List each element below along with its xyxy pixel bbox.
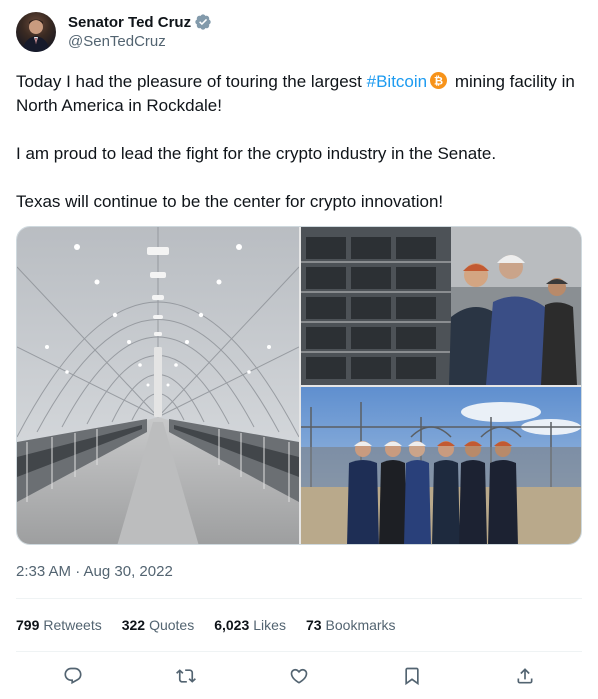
stat-count: 799 <box>16 617 40 633</box>
divider <box>16 598 582 599</box>
tweet-stats: 799 Retweets 322 Quotes 6,023 Likes 73 B… <box>16 615 416 635</box>
stat-label: Quotes <box>149 617 195 633</box>
bitcoin-icon: ₿ <box>430 72 448 89</box>
bookmark-icon <box>405 667 419 686</box>
stat-quotes[interactable]: 322 Quotes <box>122 617 195 633</box>
stat-label: Retweets <box>43 617 102 633</box>
like-button[interactable] <box>288 665 310 687</box>
hashtag-link[interactable]: #Bitcoin <box>367 72 427 91</box>
reply-icon <box>64 667 82 685</box>
share-icon <box>517 668 533 684</box>
stat-retweets[interactable]: 799 Retweets <box>16 617 102 633</box>
stat-label: Likes <box>253 617 286 633</box>
share-button[interactable] <box>514 665 536 687</box>
tweet-text: Today I had the pleasure of touring the … <box>16 70 582 214</box>
stat-bookmarks[interactable]: 73 Bookmarks <box>306 617 396 633</box>
photo-group-substation[interactable] <box>301 387 581 544</box>
author-handle[interactable]: @SenTedCruz <box>68 32 212 52</box>
photo-facility-interior[interactable] <box>17 227 299 544</box>
stat-label: Bookmarks <box>325 617 396 633</box>
media-grid <box>16 226 582 545</box>
reply-button[interactable] <box>62 665 84 687</box>
tweet-header: Senator Ted Cruz @SenTedCruz <box>16 12 212 52</box>
photo-miners-tour[interactable] <box>301 227 581 385</box>
author-display-name[interactable]: Senator Ted Cruz <box>68 14 191 31</box>
stat-count: 322 <box>121 617 146 633</box>
like-icon <box>290 668 308 684</box>
retweet-icon <box>176 669 196 683</box>
bookmark-button[interactable] <box>401 665 423 687</box>
tweet-timestamp[interactable]: 2:33 AM · Aug 30, 2022 <box>16 562 173 582</box>
action-bar <box>16 660 582 692</box>
verified-badge-icon <box>194 13 212 31</box>
tweet-paragraph-3: Texas will continue to be the center for… <box>16 192 444 211</box>
svg-text:₿: ₿ <box>434 73 443 87</box>
stat-likes[interactable]: 6,023 Likes <box>214 617 286 633</box>
tweet-paragraph-2: I am proud to lead the fight for the cry… <box>16 144 497 163</box>
tweet-paragraph-1: Today I had the pleasure of touring the … <box>16 70 582 118</box>
divider <box>16 651 582 652</box>
tweet-text-segment: Today I had the pleasure of touring the … <box>16 72 367 91</box>
retweet-button[interactable] <box>175 665 197 687</box>
avatar[interactable] <box>16 12 56 52</box>
stat-count: 73 <box>305 617 322 633</box>
stat-count: 6,023 <box>214 617 250 633</box>
